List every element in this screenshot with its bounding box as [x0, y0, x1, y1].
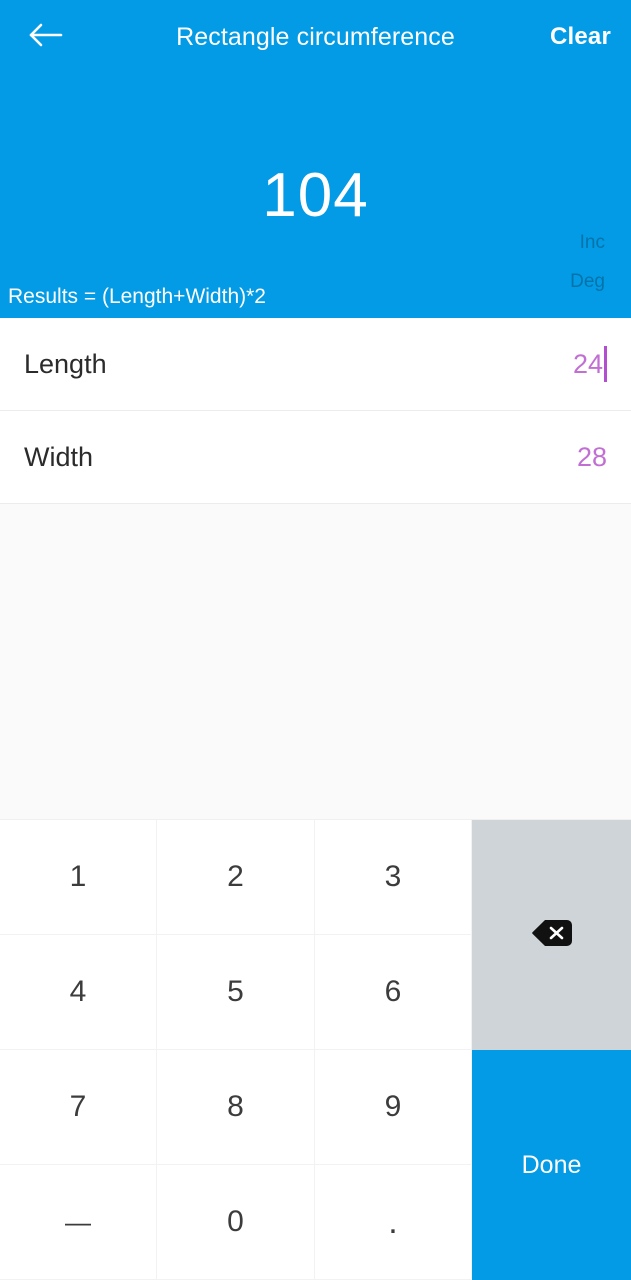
input-value-wrap-width: 28 — [577, 437, 607, 477]
keypad-digit-grid: 1 2 3 4 5 6 7 8 9 — 0 . — [0, 820, 472, 1280]
key-3[interactable]: 3 — [315, 820, 472, 935]
app-bar: Rectangle circumference Clear — [0, 0, 631, 74]
input-label-width: Width — [24, 442, 94, 472]
input-value-wrap-length: 24 — [573, 344, 607, 384]
formula-text: Results = (Length+Width)*2 — [8, 285, 266, 308]
numeric-keypad: 1 2 3 4 5 6 7 8 9 — 0 . Done — [0, 819, 631, 1280]
result-display: 104 — [262, 161, 369, 230]
key-9[interactable]: 9 — [315, 1050, 472, 1165]
key-2[interactable]: 2 — [157, 820, 315, 935]
key-minus[interactable]: — — [0, 1165, 157, 1280]
key-decimal[interactable]: . — [315, 1165, 472, 1280]
keypad-action-column: Done — [472, 820, 631, 1280]
text-cursor — [604, 346, 607, 382]
backspace-icon — [531, 918, 573, 953]
key-6[interactable]: 6 — [315, 935, 472, 1050]
key-8[interactable]: 8 — [157, 1050, 315, 1165]
mode-toggle-inc[interactable]: Inc — [515, 232, 605, 253]
key-4[interactable]: 4 — [0, 935, 157, 1050]
input-rows: Length 24 Width 28 — [0, 318, 631, 504]
clear-button[interactable]: Clear — [550, 21, 611, 53]
key-7[interactable]: 7 — [0, 1050, 157, 1165]
input-value-width[interactable]: 28 — [577, 441, 607, 473]
done-button[interactable]: Done — [472, 1050, 631, 1280]
input-row-length[interactable]: Length 24 — [0, 318, 631, 411]
page-title: Rectangle circumference — [176, 23, 455, 51]
input-label-length: Length — [24, 349, 107, 379]
key-0[interactable]: 0 — [157, 1165, 315, 1280]
content-spacer — [0, 504, 631, 819]
calculator-screen: Rectangle circumference Clear 104 Inc De… — [0, 0, 631, 1280]
result-header: Rectangle circumference Clear 104 Inc De… — [0, 0, 631, 318]
input-value-length[interactable]: 24 — [573, 348, 603, 380]
mode-toggle-deg[interactable]: Deg — [515, 271, 605, 292]
backspace-button[interactable] — [472, 820, 631, 1050]
mode-indicators: Inc Deg — [515, 232, 605, 310]
input-row-width[interactable]: Width 28 — [0, 411, 631, 504]
key-1[interactable]: 1 — [0, 820, 157, 935]
key-5[interactable]: 5 — [157, 935, 315, 1050]
